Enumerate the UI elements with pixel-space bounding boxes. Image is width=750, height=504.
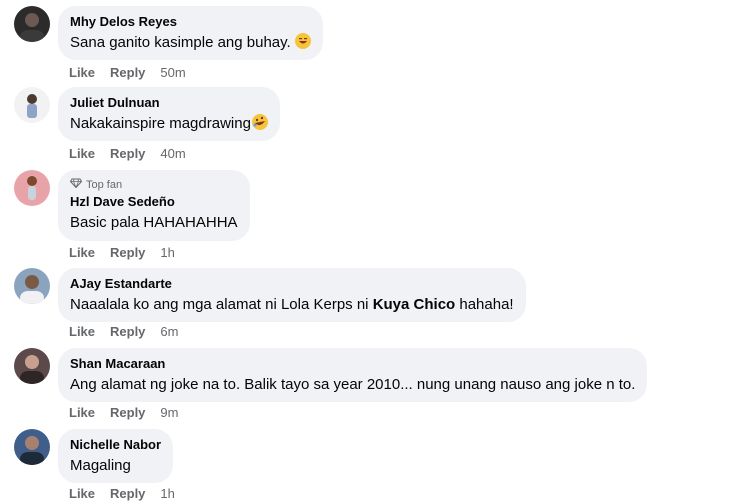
comment-actions: Like Reply 6m — [69, 324, 178, 340]
reply-button[interactable]: Reply — [110, 405, 145, 421]
comment-actions: Like Reply 1h — [69, 486, 175, 502]
comment-actions: Like Reply 50m — [69, 65, 186, 81]
comment-time[interactable]: 9m — [160, 405, 178, 421]
avatar[interactable] — [14, 429, 50, 465]
comment-author[interactable]: Nichelle Nabor — [70, 437, 161, 453]
comment-time[interactable]: 1h — [160, 245, 174, 261]
avatar[interactable] — [14, 6, 50, 42]
comment-text: Ang alamat ng joke na to. Balik tayo sa … — [70, 376, 636, 393]
top-fan-badge: Top fan — [69, 178, 238, 192]
laughing-emoji-icon — [294, 33, 311, 49]
comment-time[interactable]: 50m — [160, 65, 185, 81]
comment-text: Naaalala ko ang mga alamat ni Lola Kerps… — [70, 296, 514, 313]
reply-button[interactable]: Reply — [110, 245, 145, 261]
diamond-icon — [69, 178, 83, 192]
comment-time[interactable]: 6m — [160, 324, 178, 340]
reply-button[interactable]: Reply — [110, 65, 145, 81]
comment-bubble: Mhy Delos Reyes Sana ganito kasimple ang… — [58, 6, 323, 60]
reply-button[interactable]: Reply — [110, 146, 145, 162]
comment-author[interactable]: Hzl Dave Sedeño — [70, 194, 238, 210]
comment-time[interactable]: 1h — [160, 486, 174, 502]
avatar[interactable] — [14, 348, 50, 384]
reply-button[interactable]: Reply — [110, 486, 145, 502]
rolling-laughing-emoji-icon — [251, 114, 268, 130]
comment-author[interactable]: Mhy Delos Reyes — [70, 14, 311, 30]
avatar[interactable] — [14, 170, 50, 206]
comment-author[interactable]: Shan Macaraan — [70, 356, 635, 372]
like-button[interactable]: Like — [69, 146, 95, 162]
comment-actions: Like Reply 9m — [69, 405, 178, 421]
comment-actions: Like Reply 1h — [69, 245, 175, 261]
comment-text: Sana ganito kasimple ang buhay. — [70, 33, 311, 53]
like-button[interactable]: Like — [69, 65, 95, 81]
comment-bubble: Shan Macaraan Ang alamat ng joke na to. … — [58, 348, 648, 402]
like-button[interactable]: Like — [69, 324, 95, 340]
like-button[interactable]: Like — [69, 245, 95, 261]
comment-text: Nakakainspire magdrawing — [70, 114, 268, 134]
like-button[interactable]: Like — [69, 486, 95, 502]
like-button[interactable]: Like — [69, 405, 95, 421]
comment-actions: Like Reply 40m — [69, 146, 186, 162]
comment-time[interactable]: 40m — [160, 146, 185, 162]
comment-text: Magaling — [70, 457, 131, 474]
comment-bubble: Top fan Hzl Dave Sedeño Basic pala HAHAH… — [58, 170, 250, 241]
reply-button[interactable]: Reply — [110, 324, 145, 340]
comment-author[interactable]: Juliet Dulnuan — [70, 95, 268, 111]
comment-author[interactable]: AJay Estandarte — [70, 276, 514, 292]
avatar[interactable] — [14, 268, 50, 304]
comment-bubble: Nichelle Nabor Magaling — [58, 429, 174, 483]
avatar[interactable] — [14, 87, 50, 123]
mentioned-name[interactable]: Kuya Chico — [373, 296, 456, 313]
comment-bubble: AJay Estandarte Naaalala ko ang mga alam… — [58, 268, 526, 322]
comment-text: Basic pala HAHAHAHHA — [70, 214, 238, 231]
comment-bubble: Juliet Dulnuan Nakakainspire magdrawing — [58, 87, 280, 141]
